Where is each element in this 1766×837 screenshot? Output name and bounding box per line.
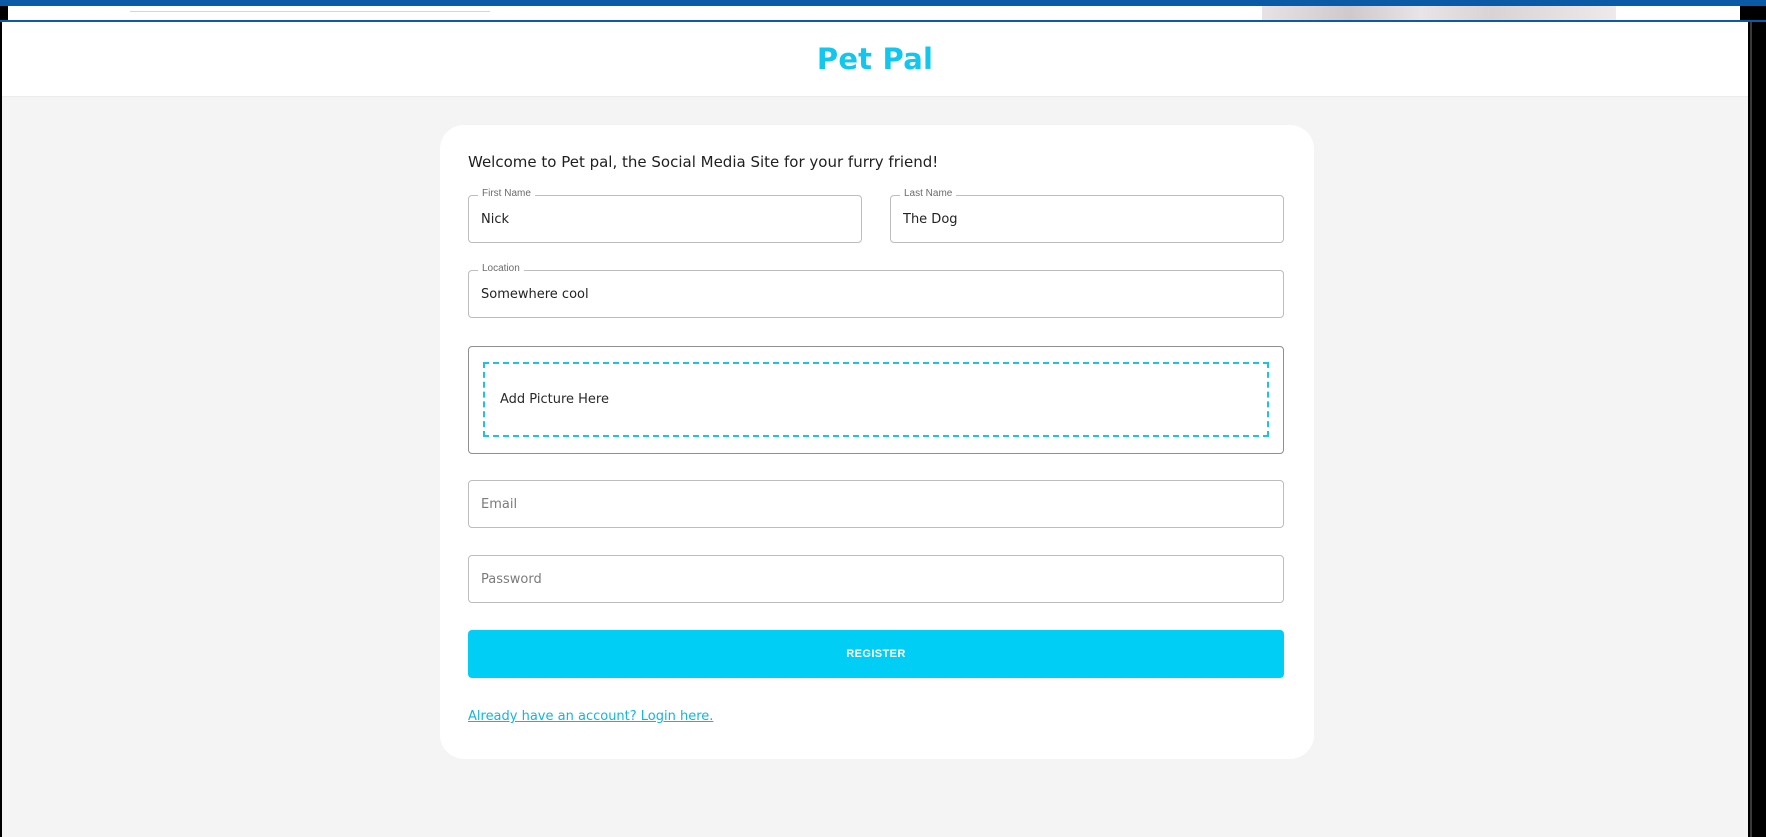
- picture-dropzone[interactable]: Add Picture Here: [483, 362, 1269, 437]
- first-name-field[interactable]: First Name: [468, 188, 862, 243]
- last-name-input[interactable]: [903, 196, 1271, 242]
- register-button[interactable]: REGISTER: [468, 630, 1284, 678]
- window-edge: [0, 6, 8, 20]
- email-field[interactable]: [468, 480, 1284, 528]
- app-title: Pet Pal: [816, 42, 934, 76]
- divider: [1750, 22, 1752, 837]
- picture-dropzone-label: Add Picture Here: [500, 392, 609, 407]
- background-window-strip: [0, 0, 1766, 22]
- password-input[interactable]: [481, 556, 1271, 602]
- window-edge: [1740, 6, 1766, 20]
- register-card: Welcome to Pet pal, the Social Media Sit…: [440, 125, 1314, 759]
- last-name-field[interactable]: Last Name: [890, 188, 1284, 243]
- background-image: [1262, 6, 1616, 20]
- welcome-text: Welcome to Pet pal, the Social Media Sit…: [468, 153, 939, 171]
- login-link[interactable]: Already have an account? Login here.: [468, 709, 713, 724]
- location-input[interactable]: [481, 271, 1271, 317]
- password-field[interactable]: [468, 555, 1284, 603]
- app-window: Pet Pal Welcome to Pet pal, the Social M…: [2, 22, 1748, 837]
- location-field[interactable]: Location: [468, 263, 1284, 318]
- picture-upload-box: Add Picture Here: [468, 346, 1284, 454]
- divider: [130, 11, 490, 12]
- app-header: Pet Pal: [2, 22, 1748, 97]
- first-name-input[interactable]: [481, 196, 849, 242]
- window-edge: [1748, 22, 1766, 837]
- email-input[interactable]: [481, 481, 1271, 527]
